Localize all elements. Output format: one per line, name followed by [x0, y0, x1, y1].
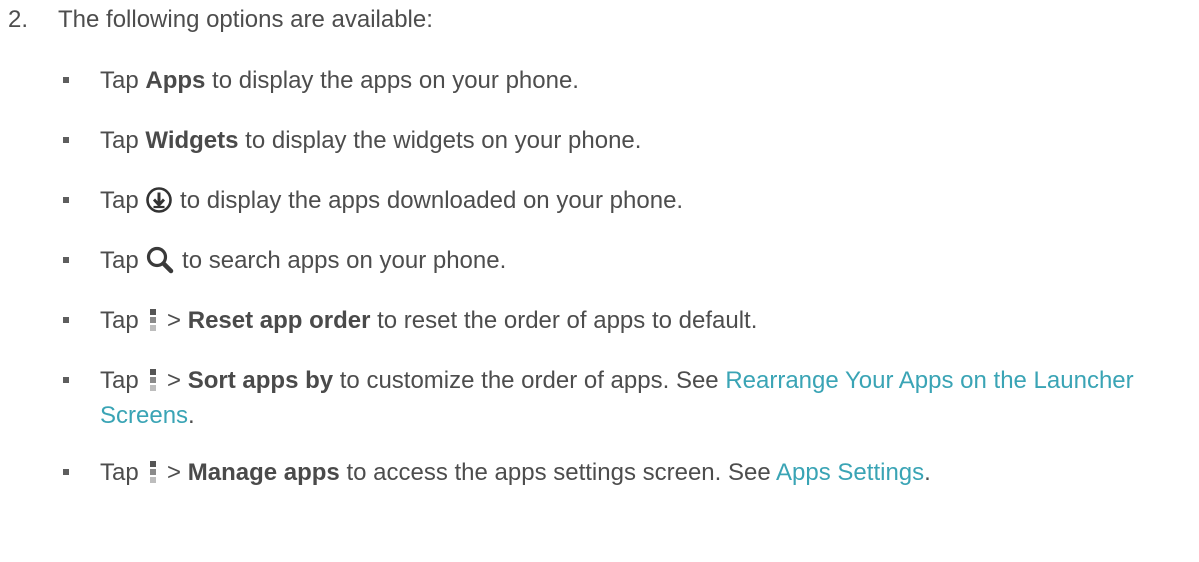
- option-text: to display the apps on your phone.: [205, 67, 579, 94]
- option-end: .: [188, 402, 195, 429]
- option-separator: >: [160, 307, 188, 334]
- menu-icon: [150, 308, 157, 331]
- step-text: The following options are available:: [58, 6, 433, 33]
- bullet-icon: [63, 77, 69, 83]
- step-heading: 2. The following options are available:: [8, 4, 433, 36]
- list-item: Tap to search apps on your phone.: [58, 243, 1193, 278]
- step-number: 2.: [8, 6, 29, 33]
- bullet-icon: [63, 257, 69, 263]
- bullet-icon: [63, 197, 69, 203]
- list-item: Tap Apps to display the apps on your pho…: [58, 63, 1193, 98]
- option-text: to display the widgets on your phone.: [238, 127, 642, 154]
- option-separator: >: [160, 459, 188, 486]
- option-lead: Tap: [100, 127, 146, 154]
- menu-icon: [150, 460, 157, 483]
- option-text: to customize the order of apps. See: [333, 367, 726, 394]
- option-lead: Tap: [100, 67, 146, 94]
- list-item: Tap to display the apps downloaded on yo…: [58, 183, 1193, 218]
- option-text: to reset the order of apps to default.: [370, 307, 758, 334]
- list-item: Tap > Manage apps to access the apps set…: [58, 455, 1193, 490]
- option-keyword: Reset app order: [187, 307, 371, 334]
- option-keyword: Widgets: [145, 127, 239, 154]
- option-text: to access the apps settings screen. See: [339, 459, 777, 486]
- options-list: Tap Apps to display the apps on your pho…: [58, 63, 1193, 515]
- option-keyword: Sort apps by: [187, 367, 334, 394]
- option-keyword: Manage apps: [187, 459, 340, 486]
- option-lead: Tap: [100, 247, 146, 274]
- option-lead: Tap: [100, 187, 146, 214]
- option-lead: Tap: [100, 459, 146, 486]
- option-end: .: [924, 459, 931, 486]
- option-lead: Tap: [100, 307, 146, 334]
- list-item: Tap Widgets to display the widgets on yo…: [58, 123, 1193, 158]
- option-keyword: Apps: [145, 67, 206, 94]
- menu-icon: [150, 368, 157, 391]
- apps-settings-link[interactable]: Apps Settings: [776, 459, 924, 486]
- list-item: Tap > Reset app order to reset the order…: [58, 303, 1193, 338]
- option-text: to search apps on your phone.: [175, 247, 507, 274]
- download-circle-icon: [146, 186, 173, 213]
- option-separator: >: [160, 367, 188, 394]
- bullet-icon: [63, 377, 69, 383]
- bullet-icon: [63, 137, 69, 143]
- bullet-icon: [63, 469, 69, 475]
- bullet-icon: [63, 317, 69, 323]
- search-icon: [147, 246, 174, 273]
- option-lead: Tap: [100, 367, 146, 394]
- list-item: Tap > Sort apps by to customize the orde…: [58, 363, 1193, 433]
- option-text: to display the apps downloaded on your p…: [173, 187, 684, 214]
